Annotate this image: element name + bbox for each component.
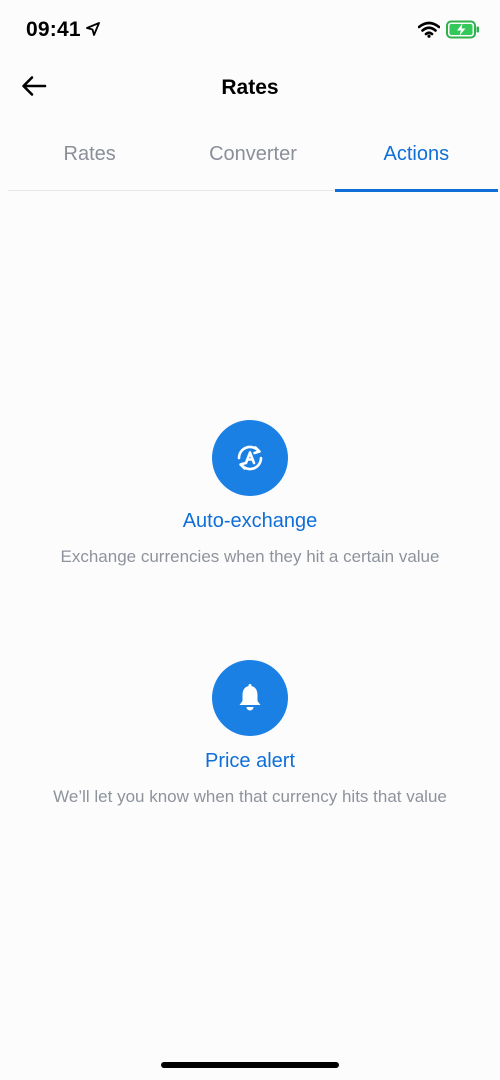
auto-exchange-icon (237, 445, 263, 471)
location-arrow-icon (86, 22, 100, 36)
battery-charging-icon (446, 20, 479, 39)
tab-rates[interactable]: Rates (8, 128, 171, 190)
tab-actions[interactable]: Actions (334, 128, 499, 192)
bell-icon (239, 684, 261, 711)
price-alert-description: We’ll let you know when that currency hi… (53, 787, 447, 806)
auto-exchange-description: Exchange currencies when they hit a cert… (60, 547, 440, 566)
tab-converter[interactable]: Converter (171, 128, 334, 190)
tab-bar: Rates Converter Actions (8, 128, 499, 192)
price-alert-icon-circle[interactable] (212, 660, 288, 736)
status-bar: 09:41 (0, 0, 500, 60)
status-time: 09:41 (26, 18, 81, 41)
auto-exchange-action[interactable]: Auto-exchange Exchange currencies when t… (0, 420, 500, 567)
home-indicator (161, 1062, 339, 1068)
price-alert-action[interactable]: Price alert We’ll let you know when that… (0, 660, 500, 807)
auto-exchange-icon-circle[interactable] (212, 420, 288, 496)
auto-exchange-title[interactable]: Auto-exchange (0, 510, 500, 533)
nav-bar: Rates (0, 60, 500, 120)
price-alert-title[interactable]: Price alert (0, 750, 500, 773)
wifi-icon (418, 21, 440, 38)
page-title: Rates (221, 76, 279, 99)
